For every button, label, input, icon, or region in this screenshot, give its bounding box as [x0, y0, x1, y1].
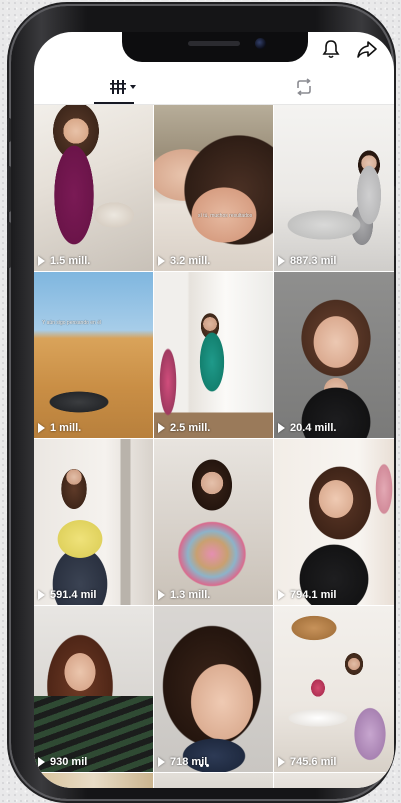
play-icon — [278, 423, 285, 433]
video-thumbnail[interactable]: 718 mil — [154, 606, 273, 772]
video-thumbnail[interactable]: 1.5 mill. — [34, 105, 153, 271]
bell-icon[interactable] — [320, 38, 342, 60]
video-thumbnail[interactable]: 887.3 mil — [274, 105, 394, 271]
play-icon — [38, 256, 45, 266]
play-icon — [158, 757, 165, 767]
view-count: 794.1 mil — [278, 589, 336, 601]
video-thumbnail[interactable]: 1.3 mill. — [154, 439, 273, 605]
view-count-text: 591.4 mil — [50, 589, 97, 601]
play-icon — [158, 590, 165, 600]
video-thumbnail[interactable]: 745.6 mil — [274, 606, 394, 772]
video-thumbnail[interactable]: 20.4 mill. — [274, 272, 394, 438]
play-icon — [158, 423, 165, 433]
view-count-text: 794.1 mil — [290, 589, 337, 601]
video-thumbnail[interactable]: Y aún sigo pensando en él 1 mill. — [34, 272, 153, 438]
repost-icon — [297, 78, 311, 96]
view-count: 591.4 mil — [38, 589, 96, 601]
view-count-text: 745.6 mil — [290, 756, 337, 768]
grid-icon — [110, 80, 136, 94]
front-camera — [255, 38, 266, 49]
view-count-text: 1.5 mill. — [50, 255, 91, 267]
phone-frame: 1.5 mill. sí tú, muchos resultados 3.2 m… — [7, 6, 396, 799]
profile-tab-bar — [34, 70, 394, 105]
volume-down-button — [7, 222, 11, 268]
view-count-text: 1 mill. — [50, 422, 82, 434]
view-count-text: 3.2 mill. — [170, 255, 211, 267]
play-icon — [158, 256, 165, 266]
view-count: 745.6 mil — [278, 756, 336, 768]
video-thumbnail[interactable] — [154, 773, 273, 788]
view-count: 20.4 mill. — [278, 422, 336, 434]
play-icon — [38, 590, 45, 600]
view-count-text: 2.5 mill. — [170, 422, 211, 434]
video-thumbnail[interactable]: 930 mil — [34, 606, 153, 772]
play-icon — [278, 590, 285, 600]
view-count: 887.3 mil — [278, 255, 336, 267]
view-count: 2.5 mill. — [158, 422, 210, 434]
view-count: 1.3 mill. — [158, 589, 210, 601]
page-dots — [200, 764, 209, 767]
video-caption: sí tú, muchos resultados — [198, 213, 253, 219]
silent-switch — [7, 118, 11, 142]
notch — [122, 32, 308, 62]
tab-reposts[interactable] — [214, 70, 394, 104]
view-count: 930 mil — [38, 756, 87, 768]
volume-up-button — [7, 166, 11, 212]
video-thumbnail[interactable]: 591.4 mil — [34, 439, 153, 605]
speaker — [188, 41, 240, 46]
view-count-text: 20.4 mill. — [290, 422, 337, 434]
video-thumbnail[interactable]: 2.5 mill. — [154, 272, 273, 438]
view-count: 3.2 mill. — [158, 255, 210, 267]
video-thumbnail[interactable]: sí tú, muchos resultados 3.2 mill. — [154, 105, 273, 271]
screen: 1.5 mill. sí tú, muchos resultados 3.2 m… — [34, 32, 394, 788]
view-count-text: 930 mil — [50, 756, 88, 768]
share-icon[interactable] — [356, 38, 378, 60]
play-icon — [278, 256, 285, 266]
view-count-text: 1.3 mill. — [170, 589, 211, 601]
play-icon — [38, 757, 45, 767]
view-count: 1.5 mill. — [38, 255, 90, 267]
active-tab-indicator — [94, 102, 134, 104]
video-caption: Y aún sigo pensando en él — [42, 320, 102, 326]
video-thumbnail[interactable] — [34, 773, 153, 788]
tab-videos[interactable] — [34, 70, 214, 104]
play-icon — [278, 757, 285, 767]
video-thumbnail[interactable] — [274, 773, 394, 788]
view-count-text: 887.3 mil — [290, 255, 337, 267]
video-thumbnail[interactable]: 794.1 mil — [274, 439, 394, 605]
view-count: 1 mill. — [38, 422, 81, 434]
play-icon — [38, 423, 45, 433]
